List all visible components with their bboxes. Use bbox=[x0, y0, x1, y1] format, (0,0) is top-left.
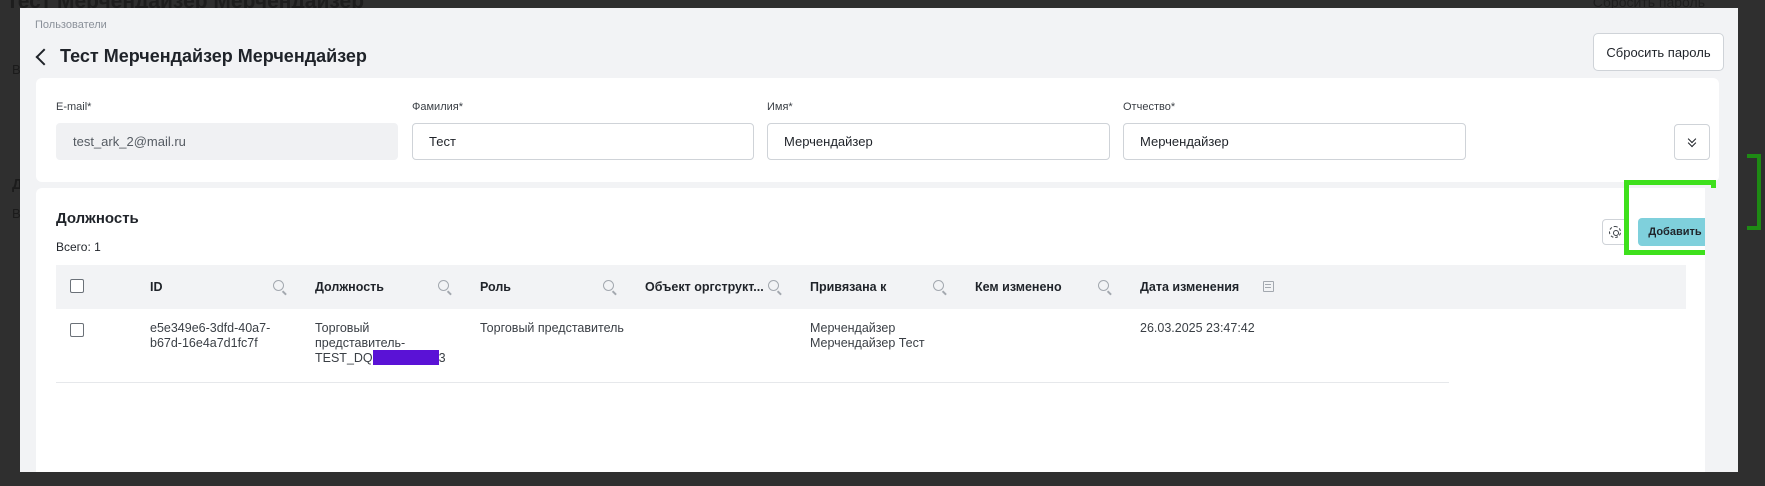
last-name-field[interactable] bbox=[412, 123, 754, 160]
row-checkbox[interactable] bbox=[70, 323, 84, 337]
positions-table: ID Должность Роль Объект оргструкт... Пр… bbox=[56, 265, 1686, 383]
email-label: E-mail* bbox=[56, 101, 92, 113]
middle-name-field[interactable] bbox=[1123, 123, 1466, 160]
user-modal: Пользователи Тест Мерчендайзер Мерчендай… bbox=[20, 8, 1738, 472]
search-icon[interactable] bbox=[438, 280, 449, 291]
positions-card: Должность Всего: 1 Добавить ID Должность… bbox=[36, 180, 1719, 472]
expand-fields-button[interactable] bbox=[1674, 124, 1710, 160]
column-header-linked-to[interactable]: Привязана к bbox=[810, 265, 886, 309]
first-name-label: Имя* bbox=[767, 101, 793, 113]
table-header: ID Должность Роль Объект оргструкт... Пр… bbox=[56, 265, 1686, 309]
last-name-label: Фамилия* bbox=[412, 101, 463, 113]
redaction-mark bbox=[372, 349, 439, 365]
table-row[interactable]: e5e349e6-3dfd-40a7- b67d-16e4a7d1fc7f То… bbox=[56, 309, 1449, 383]
positions-total: Всего: 1 bbox=[56, 240, 101, 254]
search-icon[interactable] bbox=[1098, 280, 1109, 291]
page-title: Тест Мерчендайзер Мерчендайзер bbox=[60, 46, 367, 66]
column-header-position[interactable]: Должность bbox=[315, 265, 384, 309]
calendar-icon[interactable] bbox=[1263, 281, 1274, 292]
column-header-role[interactable]: Роль bbox=[480, 265, 511, 309]
positions-title: Должность bbox=[56, 210, 139, 227]
search-icon[interactable] bbox=[933, 280, 944, 291]
cell-linked-to: Мерчендайзер Мерчендайзер Тест bbox=[810, 321, 925, 350]
title-row: Тест Мерчендайзер Мерчендайзер bbox=[35, 46, 367, 67]
column-header-changed-by[interactable]: Кем изменено bbox=[975, 265, 1062, 309]
search-icon[interactable] bbox=[273, 280, 284, 291]
middle-name-label: Отчество* bbox=[1123, 101, 1176, 113]
search-icon[interactable] bbox=[603, 280, 614, 291]
column-header-changed-at[interactable]: Дата изменения bbox=[1140, 265, 1239, 309]
cell-position: Торговый представитель- TEST_DQ 3 bbox=[315, 321, 446, 365]
column-header-org-object[interactable]: Объект оргструкт... bbox=[645, 265, 764, 309]
breadcrumb[interactable]: Пользователи bbox=[35, 19, 107, 31]
cell-changed-at: 26.03.2025 23:47:42 bbox=[1140, 321, 1255, 335]
reset-password-button[interactable]: Сбросить пароль bbox=[1593, 33, 1724, 71]
cell-id: e5e349e6-3dfd-40a7- b67d-16e4a7d1fc7f bbox=[150, 321, 271, 350]
column-header-id[interactable]: ID bbox=[150, 265, 163, 309]
back-chevron-icon[interactable] bbox=[35, 48, 53, 66]
user-fields-card: E-mail* Фамилия* Имя* Отчество* bbox=[36, 78, 1719, 182]
cell-role: Торговый представитель bbox=[480, 321, 624, 335]
backdrop-highlight bbox=[1747, 154, 1761, 230]
add-position-button[interactable]: Добавить bbox=[1638, 218, 1712, 246]
scrollbar[interactable] bbox=[1705, 188, 1719, 472]
email-field[interactable] bbox=[56, 123, 398, 160]
first-name-field[interactable] bbox=[767, 123, 1110, 160]
gear-icon bbox=[1609, 226, 1621, 238]
select-all-checkbox[interactable] bbox=[70, 279, 84, 293]
search-icon[interactable] bbox=[768, 280, 779, 291]
double-chevron-down-icon bbox=[1687, 134, 1697, 148]
